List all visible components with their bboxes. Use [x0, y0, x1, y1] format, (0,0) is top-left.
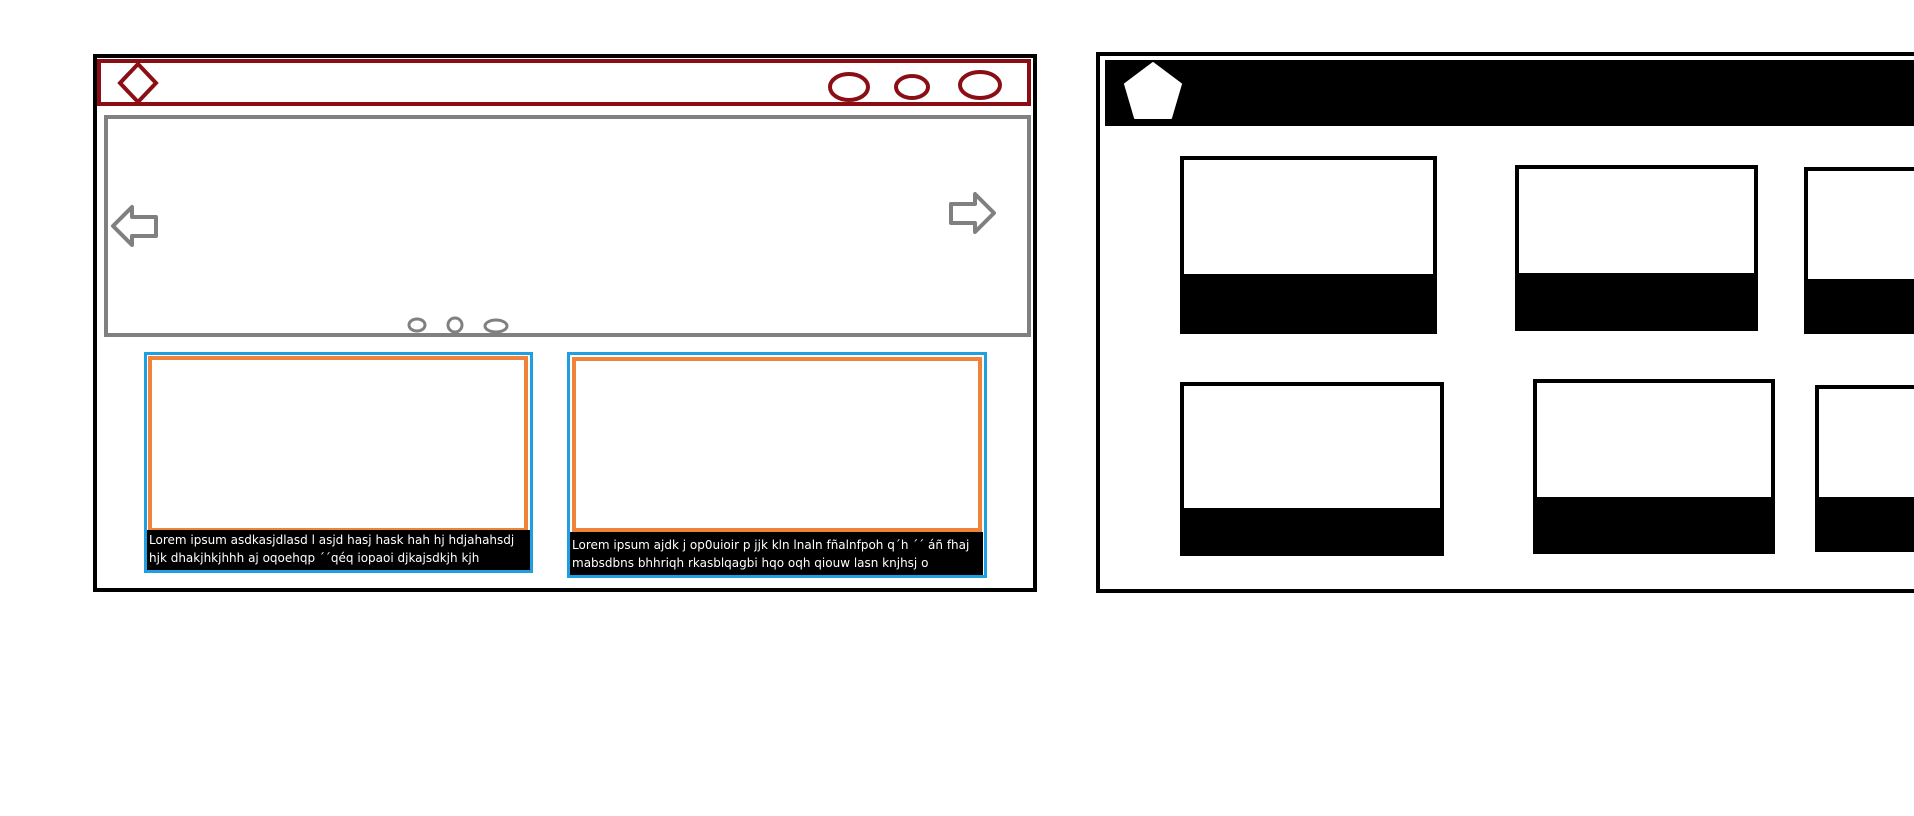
grid-tile[interactable]: [1815, 385, 1914, 501]
tile-caption-bar: [1180, 278, 1437, 334]
card-caption: Lorem ipsum ajdk j op0uioir p jjk kln ln…: [570, 532, 983, 575]
ellipse-icon[interactable]: [827, 72, 871, 104]
carousel-indicator-dot[interactable]: [482, 317, 510, 335]
card-caption: Lorem ipsum asdkasjdlasd l asjd hasj has…: [147, 530, 530, 570]
tile-caption-bar: [1804, 280, 1914, 334]
ellipse-icon[interactable]: [956, 69, 1004, 103]
carousel-indicator-dot[interactable]: [406, 316, 428, 334]
right-header-bar: [1105, 60, 1914, 126]
card-image-placeholder: [572, 357, 982, 532]
tile-caption-bar: [1533, 499, 1775, 554]
carousel-indicator-dot[interactable]: [446, 315, 464, 335]
grid-tile[interactable]: [1804, 167, 1914, 283]
grid-tile[interactable]: [1180, 382, 1444, 512]
diamond-icon[interactable]: [117, 61, 160, 105]
tile-caption-bar: [1180, 510, 1444, 556]
card-image-placeholder: [148, 356, 528, 532]
grid-tile[interactable]: [1515, 165, 1758, 277]
ellipse-icon[interactable]: [892, 73, 932, 103]
left-header-bar: [97, 59, 1031, 106]
grid-tile[interactable]: [1533, 379, 1775, 501]
arrow-left-icon[interactable]: [110, 203, 160, 249]
arrow-right-icon[interactable]: [948, 190, 998, 236]
pentagon-icon[interactable]: [1120, 60, 1186, 122]
image-carousel: [104, 115, 1031, 337]
tile-caption-bar: [1815, 499, 1914, 552]
grid-tile[interactable]: [1180, 156, 1437, 278]
tile-caption-bar: [1515, 275, 1758, 331]
